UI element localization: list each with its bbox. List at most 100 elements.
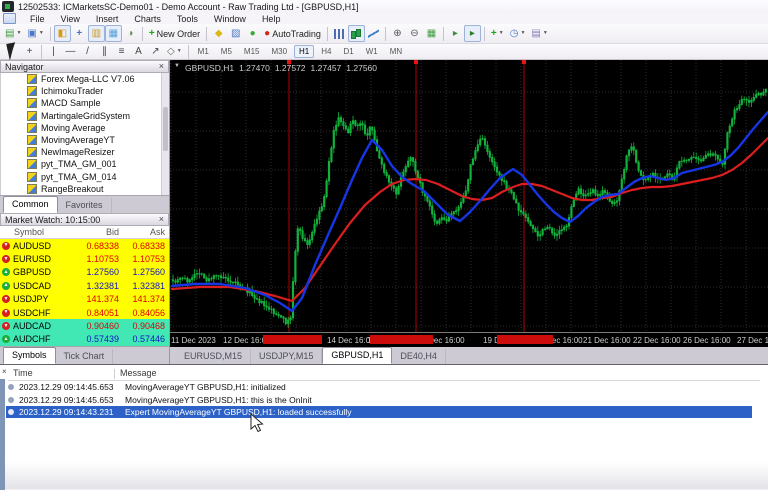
new-order-button[interactable]: +New Order <box>146 25 203 42</box>
shapes-tool-button[interactable]: ◇▼ <box>164 43 185 60</box>
navigator-item[interactable]: pyt_TMA_GM_014 <box>1 171 169 183</box>
auto-scroll-button[interactable]: ▸ <box>464 25 481 42</box>
chart-tab-gbpusd-h1[interactable]: GBPUSD,H1 <box>322 347 392 364</box>
zoom-in-button[interactable]: ⊕ <box>389 25 406 42</box>
menu-window[interactable]: Window <box>206 14 254 24</box>
symbol-name: EURUSD <box>13 254 51 264</box>
menu-file[interactable]: File <box>22 14 53 24</box>
timeframe-w1[interactable]: W1 <box>361 45 383 58</box>
menu-charts[interactable]: Charts <box>126 14 169 24</box>
navigator-item[interactable]: RangeBreakout <box>1 183 169 195</box>
navigator-item[interactable]: MACD Sample <box>1 97 169 109</box>
menu-view[interactable]: View <box>53 14 88 24</box>
market-watch-row[interactable]: ▲GBPUSD1.275601.27560 <box>0 266 169 279</box>
timeframe-h1[interactable]: H1 <box>294 45 314 58</box>
menu-insert[interactable]: Insert <box>88 14 127 24</box>
chart-window[interactable]: ▼ GBPUSD,H1 1.27470 1.27572 1.27457 1.27… <box>170 60 768 364</box>
terminal-close-icon[interactable]: × <box>2 368 7 376</box>
market-watch-row[interactable]: ▼AUDUSD0.683380.68338 <box>0 239 169 252</box>
strategy-tester-button[interactable]: ◑ <box>122 25 139 42</box>
chart-shift-button[interactable]: ▸ <box>447 25 464 42</box>
market-watch-row[interactable]: ▼USDJPY141.374141.374 <box>0 293 169 306</box>
arrows-tool-button[interactable]: ↗ <box>147 43 164 60</box>
arrow-down-icon: ▼ <box>2 242 10 250</box>
timeframe-m15[interactable]: M15 <box>239 45 265 58</box>
text-tool-button[interactable]: A <box>130 43 147 60</box>
navigator-item[interactable]: Forex Mega-LLC V7.06 <box>1 73 169 85</box>
timeframe-m1[interactable]: M1 <box>193 45 214 58</box>
terminal-log-row[interactable]: 2023.12.29 09:14:43.231Expert MovingAver… <box>6 406 752 418</box>
periods-button[interactable]: ◷▼ <box>507 25 529 42</box>
indicator-add-icon: + <box>491 29 497 39</box>
new-chart-button[interactable]: ▤▼ <box>2 25 24 42</box>
vertical-line-tool-button[interactable]: | <box>45 43 62 60</box>
tile-windows-button[interactable]: ▦ <box>423 25 440 42</box>
profiles-button[interactable]: ▣▼ <box>24 25 46 42</box>
crosshair-tool-button[interactable]: + <box>21 43 38 60</box>
navigator-tab-favorites[interactable]: Favorites <box>58 198 112 213</box>
market-watch-row[interactable]: ▼USDCHF0.840510.84056 <box>0 306 169 319</box>
navigator-item[interactable]: MartingaleGridSystem <box>1 110 169 122</box>
terminal-log-row[interactable]: 2023.12.29 09:14:45.653MovingAverageYT G… <box>6 393 752 405</box>
terminal-log-row[interactable]: 2023.12.29 09:14:45.653MovingAverageYT G… <box>6 381 752 393</box>
zoom-in-icon: ⊕ <box>393 29 401 39</box>
navigator-item[interactable]: Moving Average <box>1 122 169 134</box>
data-window-button[interactable]: + <box>71 25 88 42</box>
navigator-button[interactable]: ▥ <box>88 25 105 42</box>
navigator-close-icon[interactable]: × <box>159 62 164 71</box>
trendline-tool-button[interactable]: / <box>79 43 96 60</box>
chart-tab-de40-h4[interactable]: DE40,H4 <box>392 349 446 364</box>
candlestick-chart[interactable] <box>170 60 768 332</box>
market-watch-row[interactable]: ▲USDCAD1.323811.32381 <box>0 279 169 292</box>
chart-window-button[interactable]: ▨ <box>227 25 244 42</box>
ask-value: 0.68338 <box>119 241 169 251</box>
symbol-cell: ▼EURUSD <box>0 254 71 264</box>
timeframe-mn[interactable]: MN <box>385 45 407 58</box>
market-watch-tab-symbols[interactable]: Symbols <box>3 347 56 364</box>
line-chart-button[interactable] <box>365 25 382 42</box>
chart-tab-eurusd-m15[interactable]: EURUSD,M15 <box>176 349 251 364</box>
timeframe-d1[interactable]: D1 <box>339 45 359 58</box>
channel-tool-button[interactable]: ∥ <box>96 43 113 60</box>
menu-help[interactable]: Help <box>254 14 289 24</box>
metaeditor-button[interactable]: ◆ <box>210 25 227 42</box>
market-watch-close-icon[interactable]: × <box>159 215 164 224</box>
navigator-item[interactable]: MovingAverageYT <box>1 134 169 146</box>
fibonacci-tool-button[interactable]: ≡ <box>113 43 130 60</box>
terminal-column-time: Time <box>13 368 33 378</box>
market-watch-title-bar: Market Watch: 10:15:00 × <box>0 213 169 226</box>
navigator-panel: Navigator × Forex Mega-LLC V7.06Ichimoku… <box>0 60 170 213</box>
fullscreen-button[interactable]: ● <box>244 25 261 42</box>
market-watch-tab-tick-chart[interactable]: Tick Chart <box>56 349 114 364</box>
expert-advisor-icon <box>27 74 37 84</box>
autotrading-button[interactable]: ●AutoTrading <box>261 25 324 42</box>
navigator-tab-common[interactable]: Common <box>3 196 58 213</box>
timeframe-h4[interactable]: H4 <box>316 45 336 58</box>
chart-dropdown-icon[interactable]: ▼ <box>174 63 180 73</box>
navigator-title-bar: Navigator × <box>0 60 169 73</box>
templates-button[interactable]: ▤▼ <box>528 25 550 42</box>
menu-tools[interactable]: Tools <box>169 14 206 24</box>
zoom-out-button[interactable]: ⊖ <box>406 25 423 42</box>
navigator-item[interactable]: pyt_TMA_GM_001 <box>1 158 169 170</box>
clock-icon: ◷ <box>510 29 519 39</box>
navigator-item[interactable]: IchimokuTrader <box>1 85 169 97</box>
bar-chart-button[interactable] <box>331 25 348 42</box>
navigator-item-label: Forex Mega-LLC V7.06 <box>41 74 135 84</box>
market-watch-row[interactable]: ▲AUDCHF0.574390.57446 <box>0 333 169 346</box>
cursor-tool-button[interactable] <box>4 43 21 60</box>
terminal-button[interactable]: ▦ <box>105 25 122 42</box>
indicators-button[interactable]: +▼ <box>488 25 507 42</box>
horizontal-line-tool-button[interactable]: — <box>62 43 79 60</box>
chart-tab-usdjpy-m15[interactable]: USDJPY,M15 <box>251 349 322 364</box>
navigator-item[interactable]: NewImageResizer <box>1 146 169 158</box>
timeframe-m30[interactable]: M30 <box>266 45 292 58</box>
market-watch-row[interactable]: ▼AUDCAD0.904600.90468 <box>0 319 169 332</box>
timeframe-m5[interactable]: M5 <box>216 45 237 58</box>
market-watch-button[interactable]: ◧ <box>54 25 71 42</box>
candle-chart-button[interactable] <box>348 25 365 42</box>
navigator-scrollbar[interactable] <box>161 73 169 195</box>
bid-value: 141.374 <box>71 294 119 304</box>
arrow-up-icon: ▲ <box>2 282 10 290</box>
market-watch-row[interactable]: ▼EURUSD1.107531.10753 <box>0 252 169 265</box>
